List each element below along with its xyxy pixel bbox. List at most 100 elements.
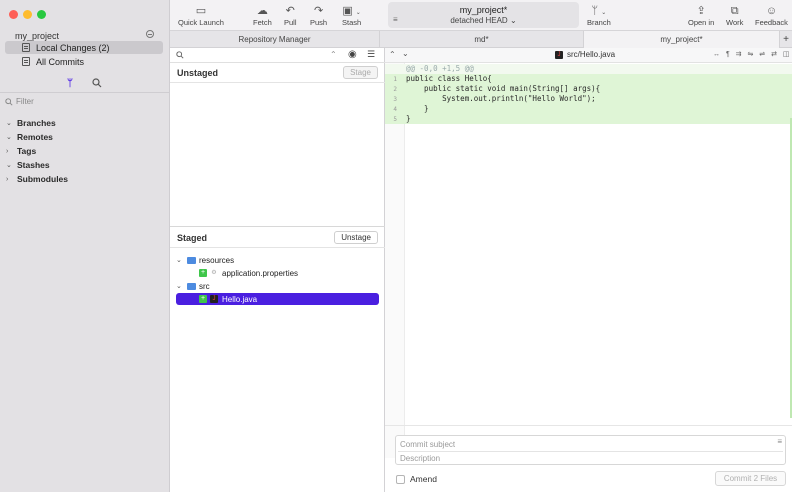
branch-button[interactable]: ᛘ ⌄ Branch — [587, 4, 611, 27]
head-state: detached HEAD ⌄ — [450, 16, 517, 25]
staged-header: Staged Unstage — [170, 228, 385, 248]
java-file-icon: J — [210, 295, 218, 303]
filter-field[interactable]: Filter — [5, 97, 34, 106]
folder-icon — [187, 256, 196, 264]
pull-icon: ↶ — [285, 5, 295, 17]
unstaged-title: Unstaged — [177, 67, 219, 78]
file-path: src/Hello.java — [567, 50, 616, 59]
commit-description-input[interactable] — [396, 452, 746, 465]
tree-file-hello-java[interactable]: + J Hello.java — [176, 293, 379, 305]
code-area[interactable]: @@ -0,0 +1,5 @@ 1 public class Hello{ 2 p… — [385, 63, 792, 458]
commits-icon — [22, 57, 30, 66]
hunk-header: @@ -0,0 +1,5 @@ — [385, 64, 792, 74]
chevron-down-icon[interactable]: ⌄ — [402, 49, 409, 58]
folder-icon — [187, 282, 196, 290]
minimize-window-button[interactable] — [23, 10, 32, 19]
collapse-icon[interactable] — [146, 30, 154, 38]
chevron-down-icon: ⌄ — [6, 134, 12, 141]
amend-option[interactable]: Amend — [396, 474, 437, 484]
chevron-down-icon: ⌄ — [176, 257, 182, 264]
unstaged-header: Unstaged Stage — [170, 63, 385, 83]
code-line: 1 public class Hello{ — [385, 74, 792, 84]
editor-header: ⌃ ⌄ J src/Hello.java ↔ ¶ ⇉ ⇋ ⇌ ⇄ ◫ — [385, 48, 792, 63]
work-button[interactable]: ⧉ Work — [726, 4, 743, 27]
branch-tab-icon[interactable]: ᛘ — [67, 78, 73, 89]
code-line: 2 public static void main(String[] args)… — [385, 84, 792, 94]
sidebar-item-local-changes[interactable]: Local Changes (2) — [5, 41, 163, 54]
new-tab-button[interactable]: + — [780, 31, 792, 48]
search-icon — [5, 97, 13, 106]
code-line: 3 System.out.println("Hello World"); — [385, 94, 792, 104]
commit-button[interactable]: Commit 2 Files — [715, 471, 786, 486]
collapse-all-icon[interactable]: ⌃ — [330, 50, 337, 59]
chevron-right-icon: › — [6, 147, 9, 155]
tab-repository-manager[interactable]: Repository Manager — [170, 31, 380, 48]
added-icon: + — [199, 295, 207, 303]
push-icon: ↷ — [313, 5, 324, 17]
share-icon: ⇪ — [696, 5, 706, 17]
fetch-button[interactable]: ☁ Fetch — [253, 4, 272, 27]
divider — [0, 92, 170, 93]
chevron-down-icon: ⌄ — [6, 120, 12, 127]
tree-file-application-properties[interactable]: + ⚙ application.properties — [176, 267, 379, 279]
chevron-down-icon: ⌄ — [355, 10, 361, 16]
section-tags[interactable]: › Tags — [6, 146, 36, 156]
added-icon: + — [199, 269, 207, 277]
changes-search-bar[interactable]: ⌃ ◉ ☰ — [170, 48, 385, 63]
chevron-up-icon[interactable]: ⌃ — [389, 50, 396, 59]
quick-launch-button[interactable]: ▭ Quick Launch — [178, 4, 224, 27]
tab-md[interactable]: md* — [380, 31, 584, 48]
section-submodules[interactable]: › Submodules — [6, 174, 68, 184]
chevron-right-icon: › — [6, 175, 9, 183]
sidebar-item-label: Local Changes (2) — [36, 42, 110, 53]
chevron-down-icon: ⌄ — [509, 16, 517, 25]
windows-icon: ⧉ — [730, 5, 739, 17]
commit-message-box: ≡ — [395, 435, 786, 465]
section-branches[interactable]: ⌄ Branches — [6, 118, 56, 128]
tab-bar: Repository Manager md* my_project* + — [170, 31, 792, 48]
feedback-button[interactable]: ☺ Feedback — [755, 4, 788, 27]
sidebar-item-all-commits[interactable]: All Commits — [5, 55, 163, 68]
diff-options-icons[interactable]: ↔ ¶ ⇉ ⇋ ⇌ ⇄ ◫ — [713, 50, 792, 58]
tree-folder-resources[interactable]: ⌄ resources — [176, 254, 379, 266]
zoom-window-button[interactable] — [37, 10, 46, 19]
box-icon: ▣ ⌄ — [342, 5, 361, 17]
project-name: my_project — [15, 31, 60, 41]
amend-checkbox[interactable] — [396, 474, 405, 484]
tree-folder-src[interactable]: ⌄ src — [176, 280, 379, 292]
changes-icon — [22, 43, 30, 52]
menu-icon: ≡ — [393, 15, 398, 24]
tab-my-project[interactable]: my_project* — [584, 31, 780, 48]
search-tab-icon[interactable] — [92, 78, 102, 88]
diff-editor: ⌃ ⌄ J src/Hello.java ↔ ¶ ⇉ ⇋ ⇌ ⇄ ◫ @@ -0… — [385, 48, 792, 492]
chevron-down-icon: ⌄ — [601, 10, 607, 16]
sidebar: my_project Local Changes (2) All Commits… — [0, 0, 170, 492]
java-file-icon: J — [555, 51, 563, 59]
open-in-button[interactable]: ⇪ Open in — [688, 4, 714, 27]
smiley-icon: ☺ — [765, 5, 778, 17]
unstage-button[interactable]: Unstage — [334, 231, 378, 244]
changes-pane: ⌃ ◉ ☰ Unstaged Stage Staged Unstage ⌄ re… — [170, 48, 385, 492]
window-icon: ▭ — [195, 5, 207, 17]
push-button[interactable]: ↷ Push — [310, 4, 327, 27]
split-divider[interactable] — [170, 226, 385, 227]
commit-subject-input[interactable] — [396, 438, 746, 451]
section-remotes[interactable]: ⌄ Remotes — [6, 132, 53, 142]
branch-icon: ᛘ ⌄ — [591, 5, 607, 17]
pull-button[interactable]: ↶ Pull — [284, 4, 297, 27]
repo-selector[interactable]: ≡ my_project* detached HEAD ⌄ — [388, 2, 579, 28]
stash-button[interactable]: ▣ ⌄ Stash — [342, 4, 361, 27]
staged-title: Staged — [177, 232, 208, 243]
eye-icon[interactable]: ◉ — [348, 49, 357, 60]
list-icon[interactable]: ☰ — [367, 49, 375, 60]
close-window-button[interactable] — [9, 10, 18, 19]
divider — [385, 425, 792, 426]
chevron-down-icon: ⌄ — [176, 283, 182, 290]
search-icon — [176, 51, 184, 59]
stage-button[interactable]: Stage — [343, 66, 378, 79]
filter-placeholder: Filter — [16, 97, 34, 106]
section-stashes[interactable]: ⌄ Stashes — [6, 160, 50, 170]
template-icon[interactable]: ≡ — [777, 437, 782, 446]
chevron-down-icon: ⌄ — [6, 162, 12, 169]
code-line: 5} — [385, 114, 792, 124]
